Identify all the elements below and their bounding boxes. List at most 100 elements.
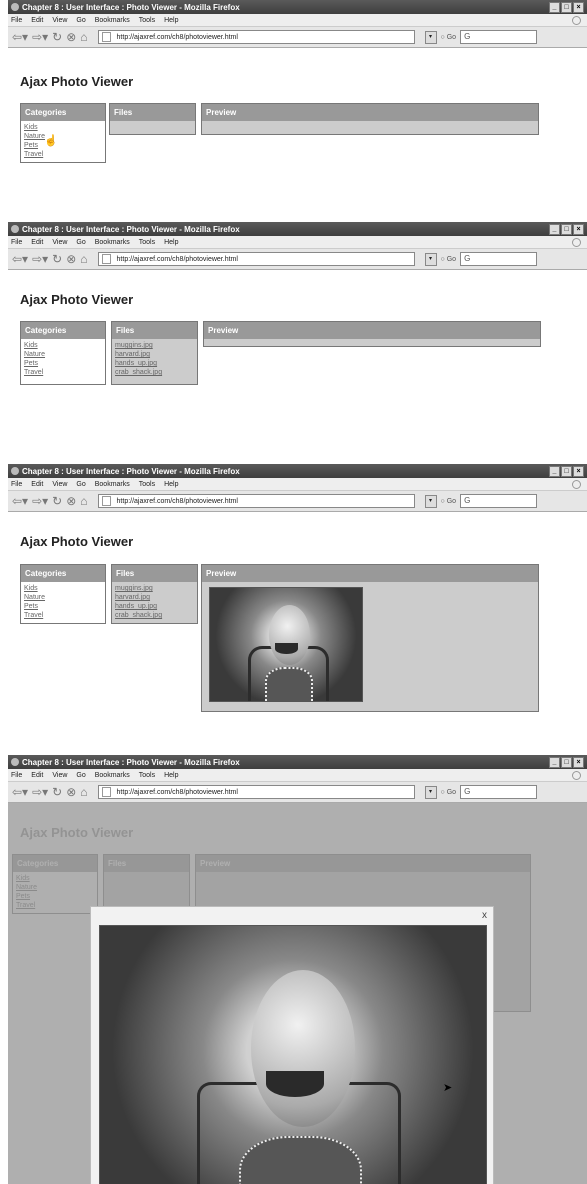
stop-icon[interactable]: ⊗ (66, 495, 76, 507)
file-muggins[interactable]: muggins.jpg (115, 584, 194, 593)
window-controls[interactable]: _ □ × (549, 1, 584, 13)
file-harvard[interactable]: harvard.jpg (115, 350, 194, 359)
menu-bookmarks[interactable]: Bookmarks (95, 239, 130, 246)
reload-icon[interactable]: ↻ (52, 786, 62, 798)
back-arrow-icon[interactable]: ⇦▾ (12, 31, 28, 43)
menu-go[interactable]: Go (76, 17, 85, 24)
minimize-button[interactable]: _ (549, 756, 560, 768)
window-controls[interactable]: _ □ × (549, 756, 584, 768)
minimize-button[interactable]: _ (549, 465, 560, 477)
menu-file[interactable]: File (11, 772, 22, 779)
category-travel[interactable]: Travel (24, 368, 102, 377)
go-button[interactable]: ○ Go (441, 789, 457, 796)
url-bar[interactable]: http://ajaxref.com/ch8/photoviewer.html (97, 494, 415, 508)
menu-go[interactable]: Go (76, 772, 85, 779)
forward-arrow-icon[interactable]: ⇨▾ (32, 495, 48, 507)
url-dropdown-button[interactable]: ▾ (424, 252, 437, 266)
url-bar[interactable]: http://ajaxref.com/ch8/photoviewer.html (97, 785, 415, 799)
url-bar[interactable]: http://ajaxref.com/ch8/photoviewer.html (97, 252, 415, 266)
file-crab-shack[interactable]: crab_shack.jpg (115, 368, 194, 377)
menu-file[interactable]: File (11, 17, 22, 24)
file-hands-up[interactable]: hands_up.jpg (115, 602, 194, 611)
search-input[interactable]: G (460, 785, 538, 799)
menu-bookmarks[interactable]: Bookmarks (95, 772, 130, 779)
maximize-button[interactable]: □ (561, 223, 572, 235)
stop-icon[interactable]: ⊗ (66, 31, 76, 43)
file-hands-up[interactable]: hands_up.jpg (115, 359, 194, 368)
stop-icon[interactable]: ⊗ (66, 253, 76, 265)
menu-view[interactable]: View (52, 481, 67, 488)
maximize-button[interactable]: □ (561, 465, 572, 477)
menu-go[interactable]: Go (76, 239, 85, 246)
file-harvard[interactable]: harvard.jpg (115, 593, 194, 602)
window-controls[interactable]: _ □ × (549, 223, 584, 235)
back-arrow-icon[interactable]: ⇦▾ (12, 495, 28, 507)
close-button[interactable]: × (573, 1, 584, 13)
menu-help[interactable]: Help (164, 239, 178, 246)
forward-arrow-icon[interactable]: ⇨▾ (32, 786, 48, 798)
close-button[interactable]: × (573, 223, 584, 235)
category-kids[interactable]: Kids (24, 341, 102, 350)
menu-tools[interactable]: Tools (139, 17, 155, 24)
menu-bookmarks[interactable]: Bookmarks (95, 17, 130, 24)
category-kids[interactable]: Kids (24, 584, 102, 593)
category-travel[interactable]: Travel (24, 611, 102, 620)
category-pets[interactable]: Pets (24, 602, 102, 611)
file-muggins[interactable]: muggins.jpg (115, 341, 194, 350)
minimize-button[interactable]: _ (549, 223, 560, 235)
url-dropdown-button[interactable]: ▾ (424, 30, 437, 44)
category-nature[interactable]: Nature (24, 593, 102, 602)
lightbox-close-button[interactable]: x (482, 910, 487, 921)
menu-edit[interactable]: Edit (31, 481, 43, 488)
category-pets[interactable]: Pets (24, 359, 102, 368)
category-nature[interactable]: Nature (24, 132, 102, 141)
file-crab-shack[interactable]: crab_shack.jpg (115, 611, 194, 620)
menu-edit[interactable]: Edit (31, 239, 43, 246)
url-dropdown-button[interactable]: ▾ (424, 785, 437, 799)
home-icon[interactable]: ⌂ (80, 31, 87, 43)
menu-view[interactable]: View (52, 17, 67, 24)
menu-tools[interactable]: Tools (139, 239, 155, 246)
category-kids[interactable]: Kids (24, 123, 102, 132)
forward-arrow-icon[interactable]: ⇨▾ (32, 31, 48, 43)
menu-help[interactable]: Help (164, 481, 178, 488)
maximize-button[interactable]: □ (561, 756, 572, 768)
home-icon[interactable]: ⌂ (80, 495, 87, 507)
category-travel[interactable]: Travel (24, 150, 102, 159)
menu-file[interactable]: File (11, 481, 22, 488)
menu-bookmarks[interactable]: Bookmarks (95, 481, 130, 488)
url-bar[interactable]: http://ajaxref.com/ch8/photoviewer.html (97, 30, 415, 44)
reload-icon[interactable]: ↻ (52, 31, 62, 43)
back-arrow-icon[interactable]: ⇦▾ (12, 253, 28, 265)
menu-view[interactable]: View (52, 239, 67, 246)
menu-view[interactable]: View (52, 772, 67, 779)
close-button[interactable]: × (573, 465, 584, 477)
go-button[interactable]: ○ Go (441, 34, 457, 41)
go-button[interactable]: ○ Go (441, 256, 457, 263)
url-dropdown-button[interactable]: ▾ (424, 494, 437, 508)
minimize-button[interactable]: _ (549, 1, 560, 13)
menu-edit[interactable]: Edit (31, 17, 43, 24)
reload-icon[interactable]: ↻ (52, 253, 62, 265)
search-input[interactable]: G (460, 252, 538, 266)
category-nature[interactable]: Nature (24, 350, 102, 359)
menu-help[interactable]: Help (164, 17, 178, 24)
menu-tools[interactable]: Tools (139, 772, 155, 779)
category-pets[interactable]: Pets (24, 141, 102, 150)
window-controls[interactable]: _ □ × (549, 465, 584, 477)
search-input[interactable]: G (460, 30, 538, 44)
home-icon[interactable]: ⌂ (80, 786, 87, 798)
menu-go[interactable]: Go (76, 481, 85, 488)
preview-photo[interactable] (209, 587, 363, 702)
menu-help[interactable]: Help (164, 772, 178, 779)
menu-file[interactable]: File (11, 239, 22, 246)
go-button[interactable]: ○ Go (441, 498, 457, 505)
maximize-button[interactable]: □ (561, 1, 572, 13)
close-button[interactable]: × (573, 756, 584, 768)
menu-edit[interactable]: Edit (31, 772, 43, 779)
menu-tools[interactable]: Tools (139, 481, 155, 488)
reload-icon[interactable]: ↻ (52, 495, 62, 507)
back-arrow-icon[interactable]: ⇦▾ (12, 786, 28, 798)
search-input[interactable]: G (460, 494, 538, 508)
forward-arrow-icon[interactable]: ⇨▾ (32, 253, 48, 265)
